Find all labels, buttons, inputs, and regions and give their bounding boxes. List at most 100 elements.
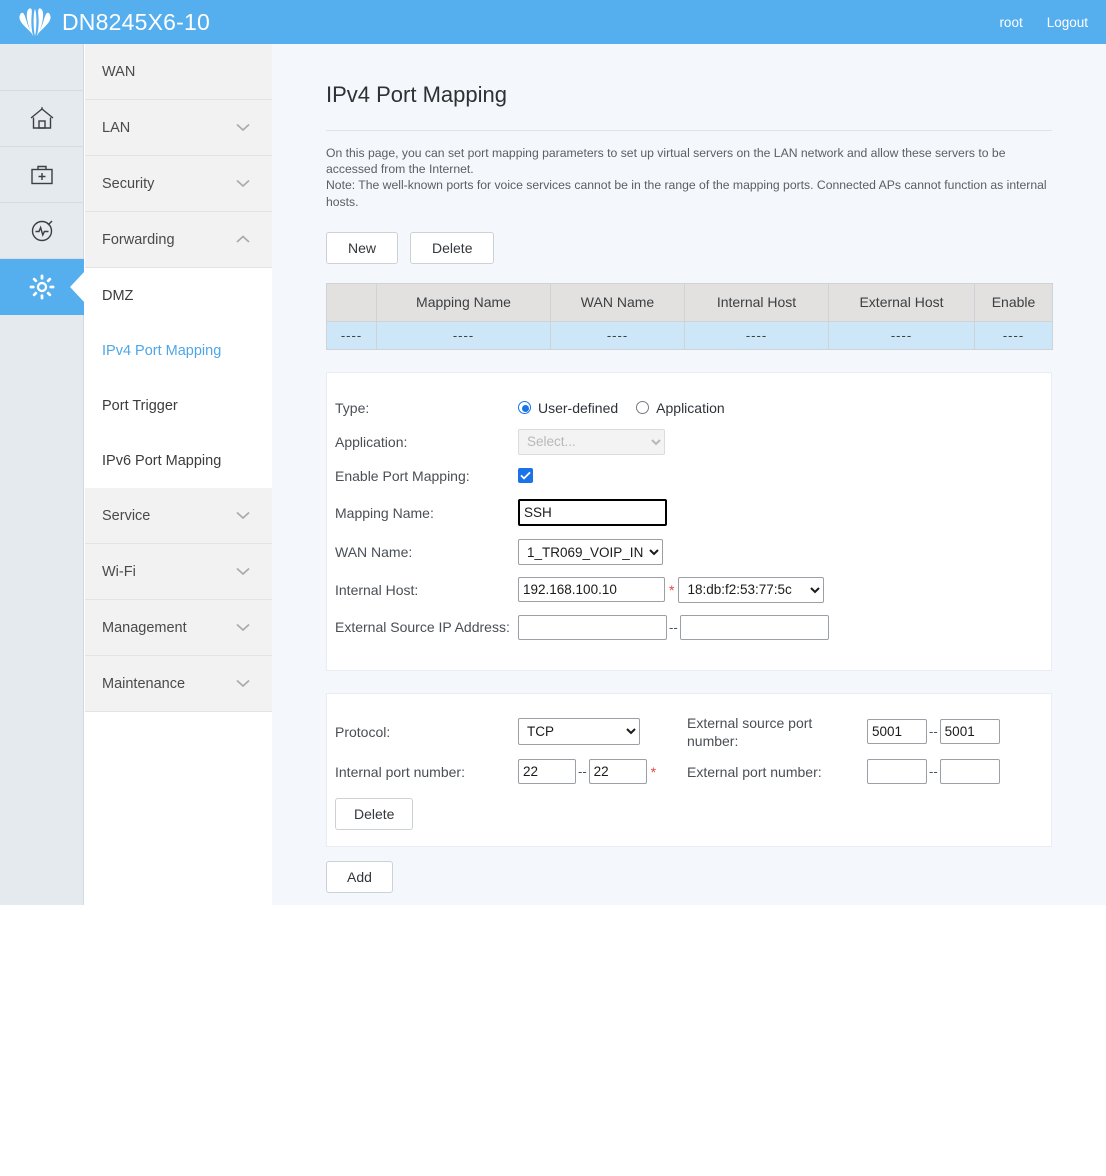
- internal-port-start-input[interactable]: [518, 759, 576, 784]
- gear-icon: [28, 273, 56, 301]
- table-cell-external-host: ----: [829, 321, 975, 349]
- mapping-name-label: Mapping Name:: [335, 505, 518, 521]
- sidebar-subitem-ipv4-port-mapping[interactable]: IPv4 Port Mapping: [85, 323, 272, 378]
- external-source-port-row: External source port number: --: [687, 712, 1000, 752]
- external-source-port-start-input[interactable]: [867, 719, 927, 744]
- chevron-down-icon: [236, 179, 250, 188]
- radio-user-defined-icon[interactable]: [518, 401, 531, 414]
- mapping-settings-panel: Type: User-defined Application Applicati…: [326, 372, 1052, 671]
- port-settings-right-column: External source port number: -- External…: [687, 712, 1000, 792]
- sidebar-item-forwarding[interactable]: Forwarding: [85, 212, 272, 268]
- external-source-ip-row: External Source IP Address: --: [327, 608, 1051, 648]
- rail-item-diagnosis[interactable]: [0, 147, 84, 203]
- external-port-row: External port number: --: [687, 752, 1000, 792]
- sidebar-subitem-label: DMZ: [102, 288, 133, 304]
- sidebar-item-management[interactable]: Management: [85, 600, 272, 656]
- sidebar-subitem-port-trigger[interactable]: Port Trigger: [85, 378, 272, 433]
- internal-port-required-marker: *: [651, 764, 656, 780]
- port-row-delete-area: Delete: [327, 798, 1051, 830]
- table-header-select: [327, 283, 377, 321]
- protocol-select[interactable]: TCP: [518, 718, 640, 745]
- table-header-row: Mapping Name WAN Name Internal Host Exte…: [327, 283, 1053, 321]
- chevron-down-icon: [236, 123, 250, 132]
- table-header-mapping-name: Mapping Name: [377, 283, 551, 321]
- external-port-end-input[interactable]: [940, 759, 1000, 784]
- table-cell-mapping-name: ----: [377, 321, 551, 349]
- page-title: IPv4 Port Mapping: [272, 44, 1106, 108]
- brand-area: DN8245X6-10: [18, 7, 210, 37]
- external-port-start-input[interactable]: [867, 759, 927, 784]
- external-source-ip-range-separator: --: [669, 620, 678, 635]
- sidebar-item-lan[interactable]: LAN: [85, 100, 272, 156]
- enable-port-mapping-label: Enable Port Mapping:: [335, 468, 518, 484]
- chevron-down-icon: [236, 679, 250, 688]
- port-row-delete-button[interactable]: Delete: [335, 798, 413, 830]
- app-header: DN8245X6-10 root Logout: [0, 0, 1106, 44]
- port-settings-left-column: Protocol: TCP Internal port number: -- *: [335, 712, 687, 792]
- internal-port-end-input[interactable]: [589, 759, 647, 784]
- internal-port-label: Internal port number:: [335, 764, 518, 780]
- sidebar-item-service[interactable]: Service: [85, 488, 272, 544]
- internal-host-mac-select[interactable]: 18:db:f2:53:77:5c: [678, 577, 824, 603]
- sidebar-item-label: Security: [102, 176, 154, 192]
- application-row: Application: Select...: [327, 425, 1051, 459]
- sidebar-item-label: Wi-Fi: [102, 564, 136, 580]
- internal-host-input[interactable]: [518, 577, 665, 602]
- description-line-2: Note: The well-known ports for voice ser…: [326, 177, 1052, 209]
- mapping-name-input[interactable]: [518, 499, 667, 526]
- external-source-ip-end-input[interactable]: [680, 615, 829, 640]
- home-icon: [28, 106, 56, 132]
- table-cell-internal-host: ----: [685, 321, 829, 349]
- mapping-name-row: Mapping Name:: [327, 493, 1051, 533]
- rail-item-status[interactable]: [0, 203, 84, 259]
- sidebar-item-maintenance[interactable]: Maintenance: [85, 656, 272, 712]
- sidebar-item-wan[interactable]: WAN: [85, 44, 272, 100]
- radio-application-icon[interactable]: [636, 401, 649, 414]
- application-select[interactable]: Select...: [518, 429, 665, 455]
- wan-name-label: WAN Name:: [335, 544, 518, 560]
- table-header-enable: Enable: [975, 283, 1053, 321]
- sidebar-item-security[interactable]: Security: [85, 156, 272, 212]
- sidebar-item-label: WAN: [102, 64, 135, 80]
- current-user-label[interactable]: root: [999, 15, 1022, 30]
- huawei-flower-logo-icon: [18, 7, 52, 37]
- sidebar-subitem-dmz[interactable]: DMZ: [85, 268, 272, 323]
- application-label: Application:: [335, 434, 518, 450]
- type-option-application[interactable]: Application: [636, 400, 725, 416]
- internal-port-range-separator: --: [578, 764, 587, 779]
- sidebar-subitem-label: Port Trigger: [102, 398, 178, 414]
- sidebar-subitem-ipv6-port-mapping[interactable]: IPv6 Port Mapping: [85, 433, 272, 488]
- external-source-ip-label: External Source IP Address:: [335, 619, 518, 636]
- sidebar-item-label: LAN: [102, 120, 130, 136]
- internal-port-row: Internal port number: -- *: [335, 752, 687, 792]
- delete-button[interactable]: Delete: [410, 232, 494, 264]
- sidebar-item-label: Forwarding: [102, 232, 175, 248]
- protocol-label: Protocol:: [335, 724, 518, 740]
- external-port-label: External port number:: [687, 763, 867, 781]
- table-cell-wan-name: ----: [551, 321, 685, 349]
- rail-item-home[interactable]: [0, 91, 84, 147]
- external-source-ip-start-input[interactable]: [518, 615, 667, 640]
- enable-port-mapping-row: Enable Port Mapping:: [327, 459, 1051, 493]
- port-mapping-table: Mapping Name WAN Name Internal Host Exte…: [326, 283, 1053, 350]
- external-source-port-end-input[interactable]: [940, 719, 1000, 744]
- sidebar-item-wifi[interactable]: Wi-Fi: [85, 544, 272, 600]
- description-line-1: On this page, you can set port mapping p…: [326, 145, 1052, 177]
- rail-tail: [0, 315, 83, 1176]
- rail-item-settings[interactable]: [0, 259, 84, 315]
- new-button[interactable]: New: [326, 232, 398, 264]
- table-row[interactable]: ---- ---- ---- ---- ---- ----: [327, 321, 1053, 349]
- internal-host-row: Internal Host: * 18:db:f2:53:77:5c: [327, 572, 1051, 608]
- main-content: IPv4 Port Mapping On this page, you can …: [272, 44, 1106, 905]
- app-brand-title: DN8245X6-10: [62, 9, 210, 36]
- logout-link[interactable]: Logout: [1047, 15, 1088, 30]
- add-button[interactable]: Add: [326, 861, 393, 893]
- sidebar-item-label: Maintenance: [102, 676, 185, 692]
- port-settings-panel: Protocol: TCP Internal port number: -- *…: [326, 693, 1052, 847]
- wan-name-select[interactable]: 1_TR069_VOIP_IN: [518, 539, 663, 565]
- type-option-user-defined[interactable]: User-defined: [518, 400, 618, 416]
- type-option-label: User-defined: [538, 400, 618, 416]
- sidebar-item-label: Service: [102, 508, 150, 524]
- table-cell-enable: ----: [975, 321, 1053, 349]
- enable-port-mapping-checkbox[interactable]: [518, 468, 533, 483]
